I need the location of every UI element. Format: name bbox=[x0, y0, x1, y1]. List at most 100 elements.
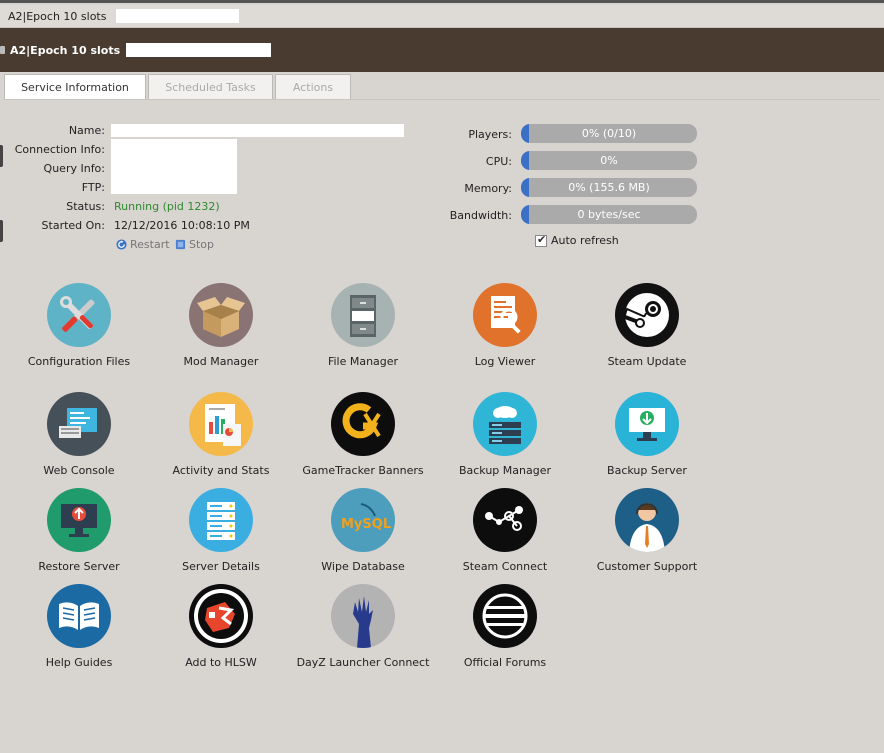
tool-help-guides[interactable]: Help Guides bbox=[9, 584, 149, 669]
name-label: Name: bbox=[68, 124, 105, 137]
tool-label: Add to HLSW bbox=[185, 656, 257, 669]
tool-wipe-database[interactable]: MySQL Wipe Database bbox=[293, 488, 433, 573]
cpu-label: CPU: bbox=[485, 155, 512, 168]
restart-label: Restart bbox=[130, 238, 170, 251]
tool-mod-manager[interactable]: Mod Manager bbox=[151, 283, 291, 368]
memory-meter: 0% (155.6 MB) bbox=[521, 178, 697, 197]
network-nodes-icon bbox=[473, 488, 537, 552]
monitor-upload-icon bbox=[47, 488, 111, 552]
players-label: Players: bbox=[468, 128, 512, 141]
forums-logo-icon bbox=[473, 584, 537, 648]
support-agent-icon bbox=[615, 488, 679, 552]
file-cabinet-icon bbox=[331, 283, 395, 347]
bandwidth-label: Bandwidth: bbox=[449, 209, 512, 222]
ftp-label: FTP: bbox=[81, 181, 105, 194]
server-rack-icon bbox=[189, 488, 253, 552]
tool-label: Server Details bbox=[182, 560, 260, 573]
cpu-meter: 0% bbox=[521, 151, 697, 170]
tool-official-forums[interactable]: Official Forums bbox=[435, 584, 575, 669]
svg-text:MySQL: MySQL bbox=[341, 517, 391, 532]
tool-label: File Manager bbox=[327, 355, 399, 368]
document-magnifier-icon bbox=[473, 283, 537, 347]
name-value-redacted bbox=[111, 124, 404, 137]
service-header: A2|Epoch 10 slots bbox=[0, 28, 884, 72]
connection-info-label: Connection Info: bbox=[14, 143, 105, 156]
tab-label: Actions bbox=[292, 81, 334, 94]
tool-label: Help Guides bbox=[45, 656, 113, 669]
hlsw-icon bbox=[189, 584, 253, 648]
tool-configuration-files[interactable]: Configuration Files bbox=[9, 283, 149, 368]
auto-refresh-label: Auto refresh bbox=[551, 234, 619, 247]
tool-restore-server[interactable]: Restore Server bbox=[9, 488, 149, 573]
open-book-icon bbox=[47, 584, 111, 648]
bandwidth-meter: 0 bytes/sec bbox=[521, 205, 697, 224]
tab-divider bbox=[4, 99, 880, 100]
tool-label: Restore Server bbox=[38, 560, 120, 573]
started-on-label: Started On: bbox=[41, 219, 105, 232]
auto-refresh-checkbox[interactable] bbox=[535, 233, 547, 247]
tab-actions[interactable]: Actions bbox=[275, 74, 351, 100]
wrench-screwdriver-icon bbox=[47, 283, 111, 347]
window-top-border bbox=[0, 0, 884, 3]
tool-label: DayZ Launcher Connect bbox=[296, 656, 430, 669]
redacted-title-suffix bbox=[116, 9, 240, 23]
memory-label: Memory: bbox=[464, 182, 512, 195]
page-bottom bbox=[0, 748, 884, 753]
memory-meter-text: 0% (155.6 MB) bbox=[568, 181, 650, 194]
tool-file-manager[interactable]: File Manager bbox=[293, 283, 433, 368]
service-header-title: A2|Epoch 10 slots bbox=[10, 43, 121, 57]
tool-backup-server[interactable]: Backup Server bbox=[577, 392, 717, 477]
restart-icon bbox=[116, 239, 127, 250]
tool-web-console[interactable]: Web Console bbox=[9, 392, 149, 477]
window-title-bar: A2|Epoch 10 slots bbox=[0, 5, 884, 28]
tool-steam-update[interactable]: Steam Update bbox=[577, 283, 717, 368]
bandwidth-meter-text: 0 bytes/sec bbox=[577, 208, 641, 221]
tool-label: GameTracker Banners bbox=[302, 464, 424, 477]
cloud-server-icon bbox=[473, 392, 537, 456]
mysql-icon: MySQL bbox=[331, 488, 395, 552]
tool-label: Steam Connect bbox=[462, 560, 548, 573]
tool-activity-and-stats[interactable]: Activity and Stats bbox=[151, 392, 291, 477]
tool-label: Steam Update bbox=[607, 355, 687, 368]
tool-label: Web Console bbox=[43, 464, 115, 477]
tool-backup-manager[interactable]: Backup Manager bbox=[435, 392, 575, 477]
cpu-meter-text: 0% bbox=[600, 154, 618, 167]
tool-server-details[interactable]: Server Details bbox=[151, 488, 291, 573]
status-value: Running (pid 1232) bbox=[114, 200, 220, 213]
redacted-header-suffix bbox=[126, 43, 272, 57]
connection-details-redacted bbox=[111, 139, 237, 194]
tool-label: Backup Manager bbox=[458, 464, 552, 477]
stats-report-icon bbox=[189, 392, 253, 456]
tool-gametracker-banners[interactable]: GameTracker Banners bbox=[293, 392, 433, 477]
tool-label: Wipe Database bbox=[321, 560, 405, 573]
tool-steam-connect[interactable]: Steam Connect bbox=[435, 488, 575, 573]
tab-bar: Service Information Scheduled Tasks Acti… bbox=[4, 74, 353, 100]
players-meter-text: 0% (0/10) bbox=[581, 127, 637, 140]
tool-label: Mod Manager bbox=[183, 355, 259, 368]
auto-refresh-toggle[interactable]: Auto refresh bbox=[535, 233, 619, 247]
tab-scheduled-tasks[interactable]: Scheduled Tasks bbox=[148, 74, 273, 100]
tab-service-information[interactable]: Service Information bbox=[4, 74, 146, 100]
tool-add-to-hlsw[interactable]: Add to HLSW bbox=[151, 584, 291, 669]
tool-label: Activity and Stats bbox=[172, 464, 270, 477]
gametracker-icon bbox=[331, 392, 395, 456]
lock-icon bbox=[0, 46, 5, 54]
stop-button[interactable]: Stop bbox=[175, 238, 214, 251]
restart-button[interactable]: Restart bbox=[116, 238, 170, 251]
tool-label: Log Viewer bbox=[474, 355, 536, 368]
stop-label: Stop bbox=[189, 238, 215, 251]
tool-label: Configuration Files bbox=[27, 355, 131, 368]
tool-label: Customer Support bbox=[596, 560, 698, 573]
tool-customer-support[interactable]: Customer Support bbox=[577, 488, 717, 573]
started-on-value: 12/12/2016 10:08:10 PM bbox=[114, 219, 250, 232]
monitor-download-icon bbox=[615, 392, 679, 456]
open-box-icon bbox=[189, 283, 253, 347]
tool-log-viewer[interactable]: Log Viewer bbox=[435, 283, 575, 368]
tab-label: Service Information bbox=[21, 81, 129, 94]
players-meter: 0% (0/10) bbox=[521, 124, 697, 143]
zombie-hand-icon bbox=[331, 584, 395, 648]
status-label: Status: bbox=[66, 200, 105, 213]
tab-label: Scheduled Tasks bbox=[165, 81, 256, 94]
console-icon bbox=[47, 392, 111, 456]
tool-dayz-launcher-connect[interactable]: DayZ Launcher Connect bbox=[293, 584, 433, 669]
